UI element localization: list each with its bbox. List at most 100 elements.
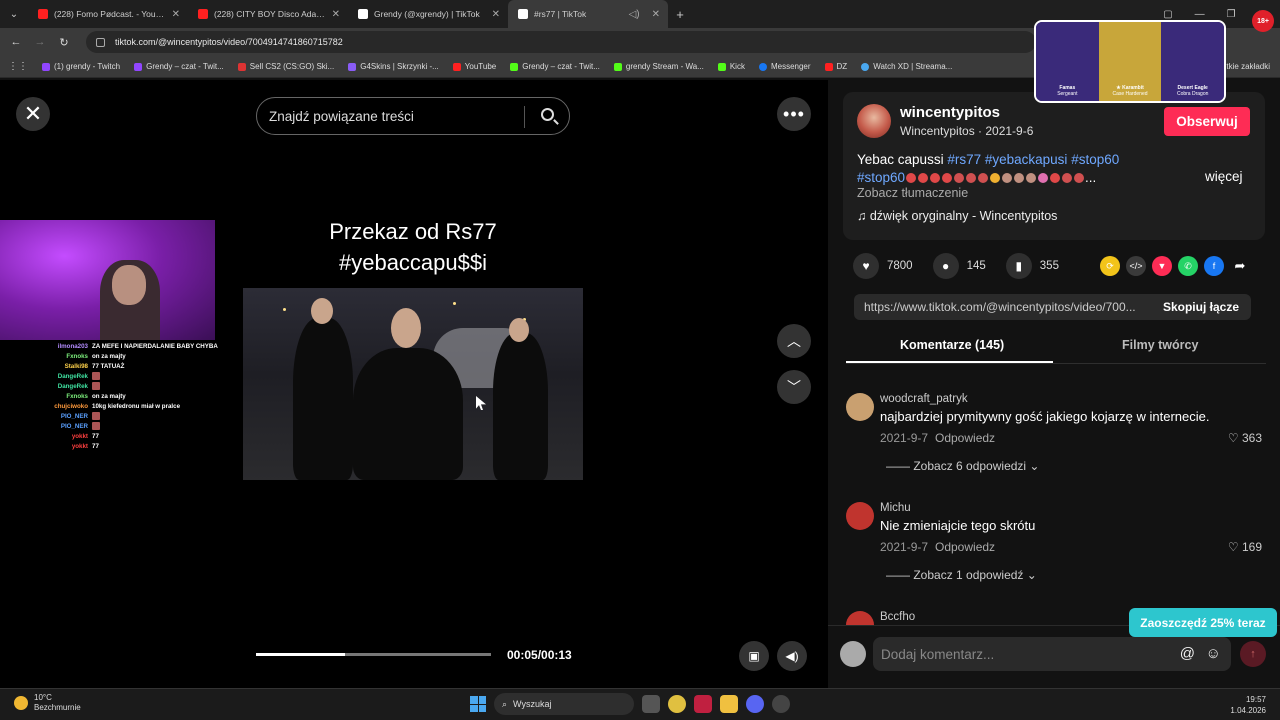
embed-icon[interactable]: </> [1126,256,1146,276]
comment-like[interactable]: ♡ 169 [1228,540,1262,554]
ad-slot: Desert Eagle Cobra Dragon [1161,22,1224,101]
task-view-icon[interactable] [642,695,660,713]
close-tab-icon[interactable]: ✕ [652,9,660,20]
share-arrow-icon[interactable]: ➦ [1230,256,1250,276]
volume-icon[interactable]: ◀) [777,641,807,671]
tab-list-button[interactable]: ⌄ [0,4,28,24]
tab-youtube-fomo[interactable]: (228) Fomo Pødcast. - YouTube ✕ [28,0,188,28]
reply-button[interactable]: Odpowiedz [935,540,995,554]
commenter-avatar[interactable] [846,502,874,530]
obs-icon[interactable] [772,695,790,713]
bookmark-item[interactable]: G4Skins | Skrzynki -... [348,62,439,71]
commenter-name[interactable]: woodcraft_patryk [880,393,968,405]
tab-tiktok-rs77[interactable]: #rs77 | TikTok ◁) ✕ [508,0,668,28]
search-icon[interactable] [541,108,554,121]
save-count: 355 [1039,260,1059,272]
commenter-name[interactable]: Bccfho [880,611,915,623]
apps-icon[interactable]: ⋮⋮ [8,61,28,72]
bookmark-item[interactable]: Sell CS2 (CS:GO) Ski... [237,62,334,71]
video-progress-bar[interactable] [256,653,491,656]
follow-button[interactable]: Obserwuj [1164,107,1250,136]
reload-icon[interactable]: ↻ [52,36,76,49]
emoji-icon[interactable]: ☺ [1206,645,1221,662]
more-link[interactable]: więcej [1205,169,1243,184]
forward-icon[interactable]: → [28,36,52,48]
hashtag-link[interactable]: #rs77 [947,152,981,167]
close-tab-icon[interactable]: ✕ [492,9,500,20]
translate-link[interactable]: Zobacz tłumaczenie [857,186,968,200]
chat-text: 77 [92,433,99,440]
view-replies-button[interactable]: —— Zobacz 1 odpowiedź ⌄ [886,568,1037,582]
bookmark-item[interactable]: Watch XD | Streama... [861,62,952,71]
close-tab-icon[interactable]: ✕ [172,9,180,20]
close-tab-icon[interactable]: ✕ [332,9,340,20]
profile-icon[interactable]: ▢ [1163,9,1172,20]
commenter-avatar[interactable] [846,611,874,625]
author-avatar[interactable] [857,104,891,138]
bookmark-item[interactable]: grendy Stream - Wa... [613,62,704,71]
tab-tiktok-grendy[interactable]: Grendy (@xgrendy) | TikTok ✕ [348,0,508,28]
view-replies-button[interactable]: —— Zobacz 6 odpowiedzi ⌄ [886,459,1039,473]
other-bookmarks[interactable]: tkie zakładki [1226,62,1270,71]
facebook-icon[interactable]: f [1204,256,1224,276]
site-info-icon[interactable] [96,37,105,47]
back-icon[interactable]: ← [4,36,28,48]
folder-icon[interactable] [720,695,738,713]
chrome-icon[interactable] [668,695,686,713]
send-to-friends-icon[interactable]: ▼ [1152,256,1172,276]
speaker-icon[interactable]: ◁) [629,9,640,20]
mention-icon[interactable]: @ [1180,645,1195,662]
copy-link-button[interactable]: Skopiuj łącze [1163,300,1239,314]
miniplayer-icon[interactable]: ▣ [739,641,769,671]
bookmark-item[interactable]: Grendy – czat - Twit... [134,62,224,71]
bookmark-item[interactable]: (1) grendy - Twitch [42,62,120,71]
minimize-icon[interactable]: — [1195,9,1205,20]
bookmark-item[interactable]: DZ [824,62,847,71]
repost-icon[interactable]: ⟳ [1100,256,1120,276]
hashtag-link[interactable]: #stop60 [1071,152,1119,167]
system-clock[interactable]: 19:57 1.04.2026 [1230,694,1266,716]
author-username[interactable]: wincentypitos [900,104,1000,121]
chat-username: yokkt [71,443,88,450]
previous-video-button[interactable]: ︿ [777,324,811,358]
tab-comments[interactable]: Komentarze (145) [900,338,1004,352]
tab-creator-videos[interactable]: Filmy twórcy [1122,338,1198,352]
taskbar-search[interactable]: ⌕ Wyszukaj [494,693,634,715]
bookmark-item[interactable]: Kick [717,62,745,71]
sound-link[interactable]: ♫ dźwięk oryginalny - Wincentypitos [857,209,1057,223]
video-link-field[interactable]: https://www.tiktok.com/@wincentypitos/vi… [854,294,1251,320]
url-field[interactable]: tiktok.com/@wincentypitos/video/70049147… [86,31,1036,53]
like-button[interactable]: ♥ 7800 [853,253,913,279]
comment-button[interactable]: ● 145 [932,253,986,279]
discord-icon[interactable] [746,695,764,713]
related-search-input[interactable]: Znajdź powiązane treści [256,97,570,135]
tab-youtube-cityboy[interactable]: (228) CITY BOY Disco Adamus I ✕ [188,0,348,28]
hashtag-link[interactable]: #yebackapusi [985,152,1068,167]
bookmark-item[interactable]: Messenger [758,62,811,71]
skin-ad-overlay[interactable]: Famas Sergeant ★ Karambit Case Hardened De… [1034,20,1226,103]
g4skins-icon [348,62,357,71]
windows-start-icon[interactable] [470,696,486,712]
comment-like[interactable]: ♡ 363 [1228,431,1262,445]
person-head [391,308,421,348]
comment-input[interactable]: Dodaj komentarz... @ ☺ [873,637,1231,671]
save-button[interactable]: ▮ 355 [1005,253,1059,279]
hashtag-link[interactable]: #stop60 [857,170,905,185]
bookmark-item[interactable]: Grendy – czat - Twit... [510,62,600,71]
new-tab-button[interactable]: + [668,7,692,22]
bookmark-item[interactable]: YouTube [452,62,496,71]
commenter-name[interactable]: Michu [880,502,911,514]
send-comment-button[interactable]: ↑ [1240,641,1266,667]
restore-icon[interactable]: ❐ [1227,9,1236,20]
reply-button[interactable]: Odpowiedz [935,431,995,445]
app-icon[interactable] [694,695,712,713]
more-options-icon[interactable]: ••• [777,97,811,131]
share-buttons: ⟳ </> ▼ ✆ f ➦ [1100,256,1250,276]
whatsapp-icon[interactable]: ✆ [1178,256,1198,276]
next-video-button[interactable]: ﹀ [777,370,811,404]
close-icon[interactable]: ✕ [16,97,50,131]
weather-widget[interactable]: 10°C Bezchmurnie [14,693,81,713]
commenter-avatar[interactable] [846,393,874,421]
promo-button[interactable]: Zaoszczędź 25% teraz [1129,608,1277,637]
my-avatar[interactable] [840,641,866,667]
